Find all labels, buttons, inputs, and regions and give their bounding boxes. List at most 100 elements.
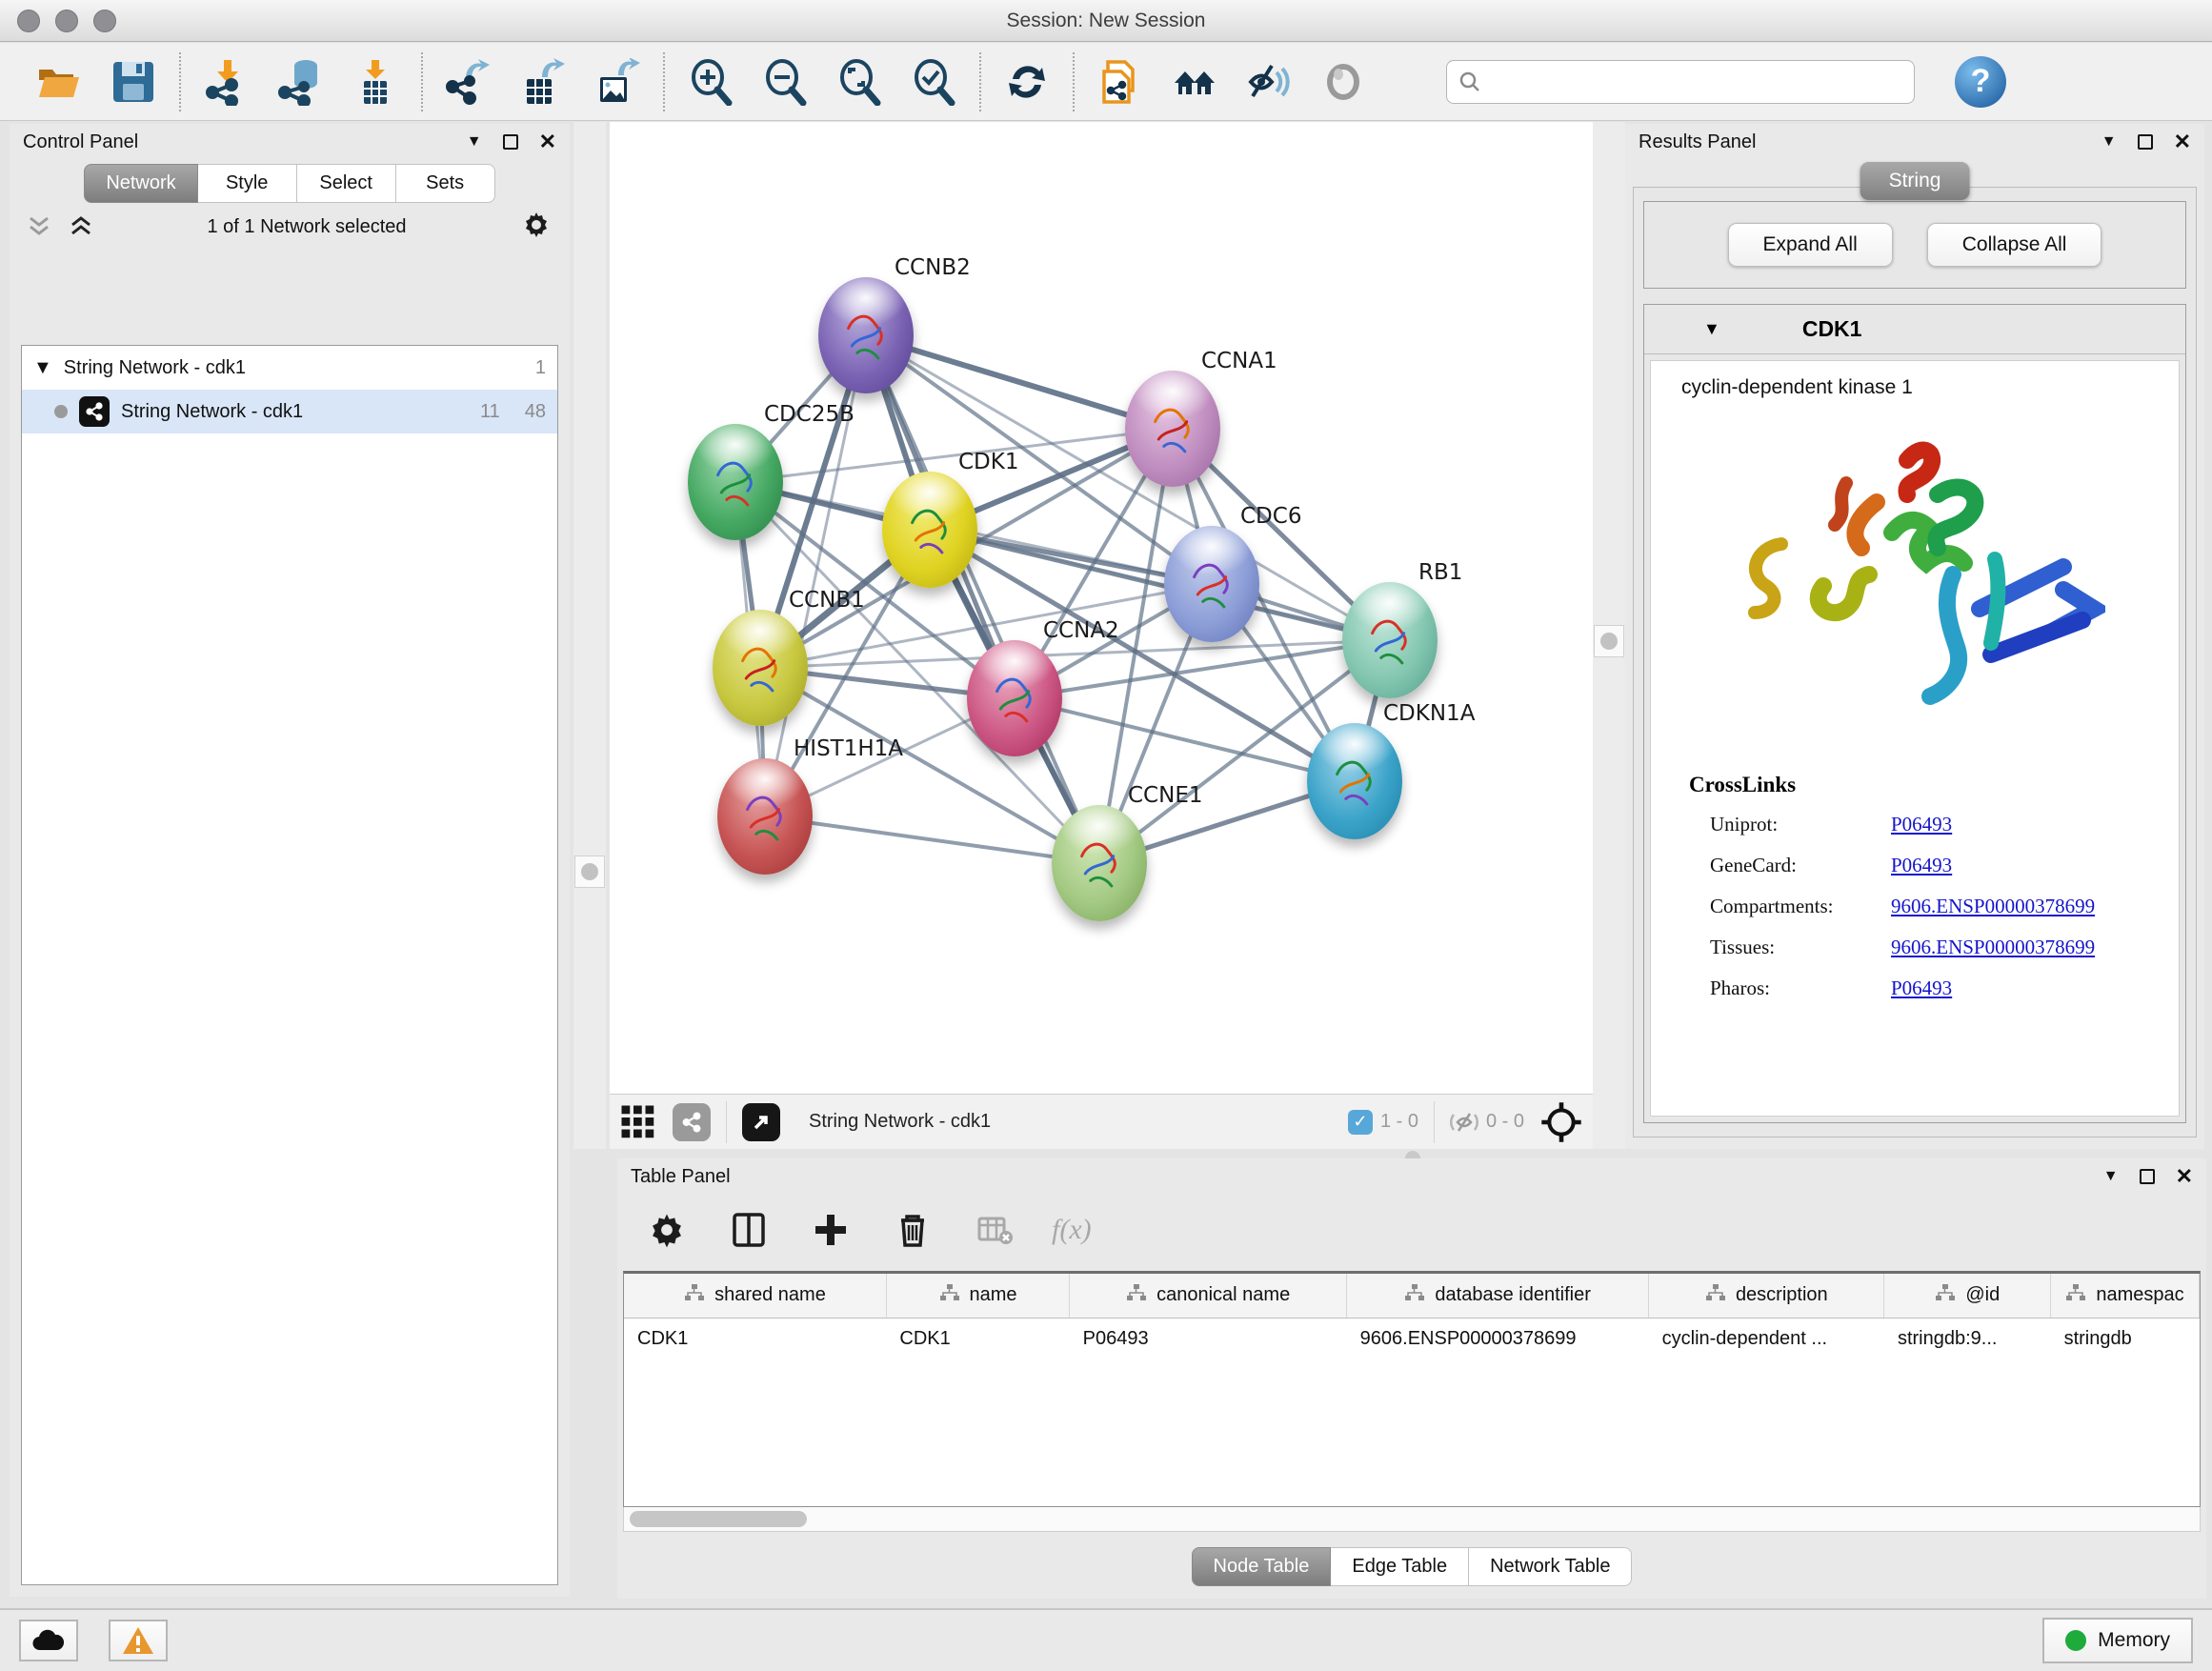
function-builder-button[interactable]: f(x) xyxy=(1052,1214,1092,1246)
warnings-button[interactable] xyxy=(109,1620,168,1661)
network-options-gear-icon[interactable] xyxy=(520,209,553,246)
expand-all-networks-icon[interactable] xyxy=(69,215,93,238)
search-field[interactable] xyxy=(1446,60,1915,104)
scrollbar-thumb[interactable] xyxy=(630,1511,807,1527)
panel-minimize-icon[interactable]: ▼ xyxy=(2103,1168,2119,1185)
tab-style[interactable]: Style xyxy=(198,164,297,203)
add-column-button[interactable] xyxy=(806,1205,855,1255)
right-splitter[interactable] xyxy=(1593,122,1625,1149)
node-result-header[interactable]: ▼ CDK1 xyxy=(1644,305,2185,354)
network-node-HIST1H1A[interactable] xyxy=(717,758,813,875)
network-node-CCNA1[interactable] xyxy=(1125,371,1220,487)
table-cell[interactable]: P06493 xyxy=(1070,1318,1347,1359)
crosslink-link[interactable]: P06493 xyxy=(1891,976,1952,1000)
tab-edge-table[interactable]: Edge Table xyxy=(1331,1547,1469,1586)
network-node-CDC6[interactable] xyxy=(1164,526,1259,642)
table-cell[interactable]: stringdb xyxy=(2051,1318,2200,1359)
table-cell[interactable]: 9606.ENSP00000378699 xyxy=(1347,1318,1649,1359)
crosslink-link[interactable]: 9606.ENSP00000378699 xyxy=(1891,895,2095,918)
network-row[interactable]: String Network - cdk1 11 48 xyxy=(22,390,557,433)
delete-table-button[interactable] xyxy=(970,1205,1019,1255)
column-header-canonical-name[interactable]: canonical name xyxy=(1070,1274,1347,1318)
zoom-fit-button[interactable] xyxy=(835,57,884,107)
tab-select[interactable]: Select xyxy=(297,164,396,203)
network-node-CDKN1A[interactable] xyxy=(1307,723,1402,839)
table-row[interactable]: CDK1CDK1P064939606.ENSP00000378699cyclin… xyxy=(624,1318,2200,1359)
show-all-button[interactable] xyxy=(1318,57,1368,107)
tab-sets[interactable]: Sets xyxy=(396,164,495,203)
import-network-file-button[interactable] xyxy=(202,57,251,107)
save-session-button[interactable] xyxy=(109,57,158,107)
birds-eye-view-button[interactable] xyxy=(742,1103,780,1141)
show-columns-button[interactable] xyxy=(724,1205,774,1255)
panel-close-icon[interactable]: ✕ xyxy=(539,130,556,154)
import-table-file-button[interactable] xyxy=(351,57,400,107)
panel-float-icon[interactable] xyxy=(2140,1169,2155,1184)
network-node-CDC25B[interactable] xyxy=(688,424,783,540)
column-header-database-identifier[interactable]: database identifier xyxy=(1347,1274,1649,1318)
network-node-RB1[interactable] xyxy=(1342,582,1438,698)
network-canvas[interactable]: CCNB2CCNA1CDC25BCDK1CDC6RB1CCNB1CCNA2CDK… xyxy=(610,122,1593,1094)
memory-button[interactable]: Memory xyxy=(2042,1618,2193,1663)
selected-checkbox-icon[interactable]: ✓ xyxy=(1348,1110,1373,1135)
table-cell[interactable]: CDK1 xyxy=(624,1318,886,1359)
panel-close-icon[interactable]: ✕ xyxy=(2174,130,2191,154)
collapse-all-networks-icon[interactable] xyxy=(27,215,51,238)
refresh-button[interactable] xyxy=(1002,57,1052,107)
tab-network[interactable]: Network xyxy=(84,164,197,203)
crosslink-link[interactable]: 9606.ENSP00000378699 xyxy=(1891,936,2095,959)
grid-view-button[interactable] xyxy=(619,1103,657,1141)
crosslink-link[interactable]: P06493 xyxy=(1891,854,1952,877)
panel-float-icon[interactable] xyxy=(503,134,518,150)
string-style-button[interactable] xyxy=(673,1103,711,1141)
panel-close-icon[interactable]: ✕ xyxy=(2176,1164,2193,1189)
table-cell[interactable]: CDK1 xyxy=(886,1318,1069,1359)
column-header-@id[interactable]: @id xyxy=(1884,1274,2051,1318)
network-collection-row[interactable]: ▼ String Network - cdk1 1 xyxy=(22,346,557,390)
collapse-all-button[interactable]: Collapse All xyxy=(1927,223,2102,267)
table-settings-gear-button[interactable] xyxy=(642,1205,692,1255)
export-network-button[interactable] xyxy=(444,57,493,107)
tree-expand-caret-icon[interactable]: ▼ xyxy=(33,357,52,379)
network-node-CCNA2[interactable] xyxy=(967,640,1062,756)
refresh-icon xyxy=(1003,58,1051,106)
delete-column-button[interactable] xyxy=(888,1205,937,1255)
open-session-button[interactable] xyxy=(34,57,84,107)
tab-node-table[interactable]: Node Table xyxy=(1192,1547,1332,1586)
network-edge-HIST1H1A-CCNE1[interactable] xyxy=(765,816,1099,863)
network-node-CDK1[interactable] xyxy=(882,472,977,588)
hide-selected-button[interactable] xyxy=(1244,57,1294,107)
panel-float-icon[interactable] xyxy=(2138,134,2153,150)
table-cell[interactable]: cyclin-dependent ... xyxy=(1649,1318,1884,1359)
network-edge-CCNB2-CCNE1[interactable] xyxy=(866,335,1099,863)
first-neighbors-button[interactable] xyxy=(1170,57,1219,107)
column-header-description[interactable]: description xyxy=(1649,1274,1884,1318)
table-horizontal-scrollbar[interactable] xyxy=(623,1507,2201,1532)
network-node-CCNE1[interactable] xyxy=(1052,805,1147,921)
zoom-in-button[interactable] xyxy=(686,57,735,107)
column-header-shared-name[interactable]: shared name xyxy=(624,1274,886,1318)
network-node-CCNB1[interactable] xyxy=(713,610,808,726)
collapse-caret-icon[interactable]: ▼ xyxy=(1703,319,1720,339)
export-image-button[interactable] xyxy=(593,57,642,107)
crosslink-link[interactable]: P06493 xyxy=(1891,813,1952,836)
column-header-name[interactable]: name xyxy=(886,1274,1069,1318)
table-cell[interactable]: stringdb:9... xyxy=(1884,1318,2051,1359)
tab-string[interactable]: String xyxy=(1860,162,1970,200)
fit-selection-crosshair-button[interactable] xyxy=(1539,1100,1583,1144)
import-network-database-button[interactable] xyxy=(276,57,326,107)
column-header-namespac[interactable]: namespac xyxy=(2051,1274,2200,1318)
zoom-out-button[interactable] xyxy=(760,57,810,107)
panel-minimize-icon[interactable]: ▼ xyxy=(467,133,482,151)
zoom-selected-button[interactable] xyxy=(909,57,958,107)
clone-network-button[interactable] xyxy=(1096,57,1145,107)
tab-network-table[interactable]: Network Table xyxy=(1469,1547,1632,1586)
cloud-sync-button[interactable] xyxy=(19,1620,78,1661)
help-button[interactable]: ? xyxy=(1955,56,2006,108)
export-table-button[interactable] xyxy=(518,57,568,107)
network-node-CCNB2[interactable] xyxy=(818,277,914,393)
expand-all-button[interactable]: Expand All xyxy=(1728,223,1893,267)
panel-minimize-icon[interactable]: ▼ xyxy=(2101,133,2117,151)
left-splitter[interactable] xyxy=(573,122,606,1149)
search-input[interactable] xyxy=(1489,70,1902,92)
